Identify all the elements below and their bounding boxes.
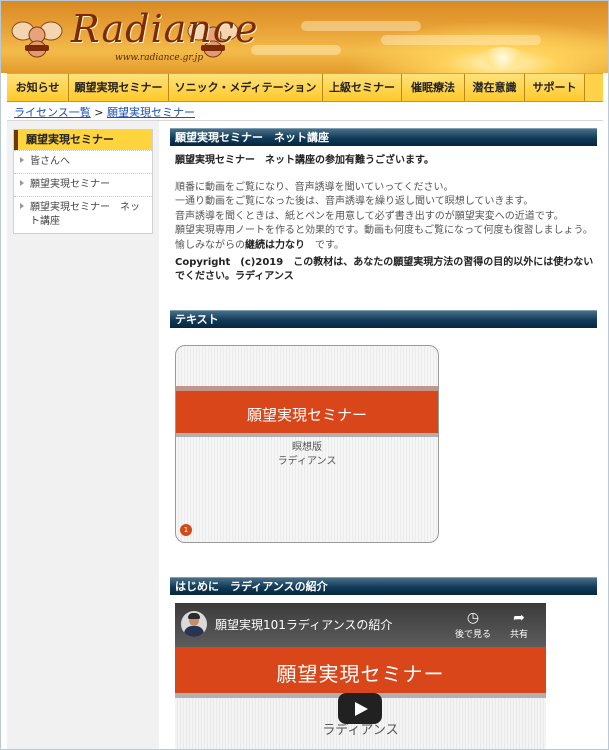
section-header-intro: はじめに ラディアンスの紹介 (170, 577, 597, 595)
share-button[interactable]: ➦ 共有 (499, 609, 539, 640)
sidebar-item-greeting[interactable]: 皆さんへ (14, 150, 152, 173)
site-logo[interactable]: Radiance (71, 7, 259, 51)
intro-line-bold: 継続は力なり (245, 239, 305, 251)
intro-text: 願望実現セミナー ネット講座の参加有難うございます。 順番に動画をご覧になり、音… (175, 154, 599, 285)
breadcrumb-home-link[interactable]: ライセンス一覧 (14, 106, 91, 119)
video-title-band: 願望実現セミナー (175, 647, 546, 693)
share-icon: ➦ (513, 610, 525, 626)
sidebar-menu: 願望実現セミナー 皆さんへ 願望実現セミナー 願望実現セミナー ネット講座 (13, 129, 153, 234)
breadcrumb: ライセンス一覧 > 願望実現セミナー (14, 104, 195, 120)
avatar-hair (188, 613, 200, 619)
page-badge: 1 (180, 524, 192, 536)
card-title: 願望実現セミナー (246, 406, 367, 424)
triangle-right-icon (20, 180, 24, 186)
watch-later-label: 後で見る (454, 630, 491, 640)
share-label: 共有 (509, 630, 528, 640)
intro-line: 音声誘導を聞くときは、紙とペンを用意して必ず書き出すのが願望実変への近道です。 (175, 210, 564, 222)
card-author: ラディアンス (277, 456, 337, 467)
card-stripe (176, 433, 438, 437)
site-header: Radiance www.radiance.gr.jp (1, 1, 608, 73)
nav-item-hypnotherapy[interactable]: 催眠療法 (402, 74, 465, 101)
intro-line-pre: 愉しみながらの (175, 239, 245, 251)
main-nav: お知らせ 願望実現セミナー ソニック・メディテーション 上級セミナー 催眠療法 … (7, 73, 603, 102)
nav-item-support[interactable]: サポート (525, 74, 585, 101)
watch-later-button[interactable]: ◷ 後で見る (453, 609, 493, 640)
avatar-suit (184, 626, 204, 637)
play-icon (355, 702, 368, 716)
channel-avatar[interactable] (181, 611, 207, 637)
nav-item-news[interactable]: お知らせ (7, 74, 69, 101)
intro-line-last: 愉しみながらの継続は力なり です。 (175, 239, 599, 254)
intro-line: 願望実現専用ノートを作ると効果的です。動画も何度もご覧になって何度も復習しましょ… (175, 225, 593, 237)
sidebar-item-label: 皆さんへ (30, 156, 70, 167)
triangle-right-icon (20, 157, 24, 163)
sidebar-item-online-course[interactable]: 願望実現セミナー ネット講座 (14, 196, 152, 233)
section-header-course: 願望実現セミナー ネット講座 (170, 128, 597, 146)
video-band-title: 願望実現セミナー (276, 662, 445, 686)
intro-line-post: です。 (305, 239, 344, 251)
video-title[interactable]: 願望実現101ラディアンスの紹介 (215, 616, 392, 633)
nav-item-seminar[interactable]: 願望実現セミナー (69, 74, 169, 101)
page-frame: Radiance www.radiance.gr.jp お知らせ 願望実現セミナ… (0, 0, 609, 750)
breadcrumb-separator: > (94, 106, 104, 119)
cloud-decoration (251, 45, 341, 55)
section-header-text: テキスト (170, 310, 597, 328)
clock-icon: ◷ (466, 610, 480, 626)
nav-item-sonic-meditation[interactable]: ソニック・メディテーション (169, 74, 323, 101)
video-top-bar: 願望実現101ラディアンスの紹介 ◷ 後で見る ➦ 共有 (175, 603, 546, 647)
intro-line: 順番に動画をご覧になり、音声誘導を聞いていってください。 (175, 181, 454, 193)
sun-decoration (481, 47, 525, 69)
site-url: www.radiance.gr.jp (115, 53, 204, 63)
nav-item-subconscious[interactable]: 潜在意識 (465, 74, 525, 101)
angel-icon (11, 21, 63, 58)
sidebar-item-label: 願望実現セミナー ネット講座 (30, 202, 140, 227)
cloud-decoration (301, 21, 421, 31)
card-title-band: 願望実現セミナー (176, 391, 438, 433)
intro-line: 一通り動画をご覧になった後は、音声誘導を繰り返し聞いて瞑想していきます。 (175, 196, 534, 208)
play-button[interactable] (338, 693, 382, 724)
card-subtitle: 瞑想版 (292, 442, 322, 453)
text-document-preview[interactable]: 願望実現セミナー 瞑想版 ラディアンス 1 (175, 345, 439, 543)
intro-lead: 願望実現セミナー ネット講座の参加有難うございます。 (175, 155, 434, 166)
sidebar-title: 願望実現セミナー (14, 130, 152, 150)
copyright-notice: Copyright (c)2019 この教材は、あなたの願望実現方法の習得の目的… (175, 256, 594, 283)
sidebar-item-seminar[interactable]: 願望実現セミナー (14, 173, 152, 196)
video-player[interactable]: 願望実現セミナー 瞑想 ラディアンス 願望実現101ラディアンスの紹介 ◷ 後で… (175, 603, 546, 749)
breadcrumb-current-link[interactable]: 願望実現セミナー (107, 106, 195, 119)
triangle-right-icon (20, 203, 24, 209)
sidebar-item-label: 願望実現セミナー (30, 179, 110, 190)
nav-item-advanced-seminar[interactable]: 上級セミナー (323, 74, 402, 101)
cloud-decoration (381, 35, 541, 45)
